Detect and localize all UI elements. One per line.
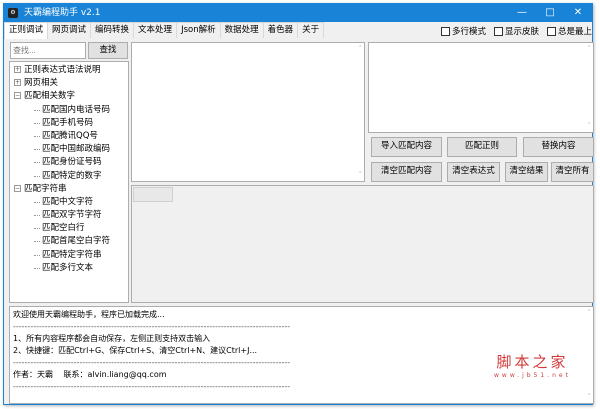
close-button[interactable]: ✕: [564, 4, 592, 22]
tab-web[interactable]: 网页调试: [47, 22, 92, 38]
regex-input[interactable]: ˄ ˅: [131, 42, 365, 182]
replace-button[interactable]: 替换内容: [523, 137, 594, 157]
search-input[interactable]: [10, 42, 86, 59]
watermark: 脚本之家 www.jb51.net: [494, 353, 571, 379]
clear-all-button[interactable]: 清空所有: [551, 162, 594, 182]
tab-about[interactable]: 关于: [297, 22, 325, 38]
window-title: 天霸编程助手 v2.1: [24, 8, 101, 18]
tree-leaf[interactable]: 匹配特定的数字: [14, 170, 128, 183]
tree-leaf[interactable]: 匹配国内电话号码: [14, 104, 128, 117]
collapse-icon[interactable]: −: [14, 184, 21, 192]
multiline-checkbox[interactable]: 多行模式: [440, 25, 486, 37]
log-line: ----------------------------------------…: [13, 382, 291, 391]
maximize-button[interactable]: □: [536, 4, 564, 22]
regex-tree[interactable]: + 正则表达式语法说明 + 网页相关 − 匹配相关数字 匹配国内电话号码 匹配手机号码 匹配腾讯…: [9, 61, 129, 303]
tree-node[interactable]: − 匹配相关数字: [14, 90, 128, 103]
content-input[interactable]: ˄ ˅: [368, 42, 594, 133]
import-button[interactable]: 导入匹配内容: [371, 137, 442, 157]
log-line: ----------------------------------------…: [13, 322, 291, 331]
tree-leaf[interactable]: 匹配双字节字符: [14, 209, 128, 222]
tab-regex[interactable]: 正则调试: [4, 22, 49, 39]
grid-header-cell: [133, 187, 173, 202]
app-icon: ⚙: [8, 8, 18, 18]
clear-result-button[interactable]: 清空结果: [505, 162, 548, 182]
expand-icon[interactable]: +: [14, 66, 21, 73]
clear-expression-button[interactable]: 清空表达式: [447, 162, 500, 182]
tree-leaf[interactable]: 匹配中国邮政编码: [14, 143, 128, 156]
tree-leaf[interactable]: 匹配腾讯QQ号: [14, 130, 128, 143]
result-grid[interactable]: [131, 185, 594, 303]
collapse-icon[interactable]: −: [14, 92, 21, 100]
clear-content-button[interactable]: 清空匹配内容: [371, 162, 442, 182]
tree-leaf[interactable]: 匹配首尾空白字符: [14, 235, 128, 248]
tree-node[interactable]: − 匹配字符串: [14, 183, 128, 196]
tree-leaf[interactable]: 匹配空白行: [14, 222, 128, 235]
search-button[interactable]: 查找: [88, 42, 128, 59]
title-bar: ⚙ 天霸编程助手 v2.1 — □ ✕: [4, 4, 592, 22]
options: 多行模式 显示皮肤 总是最上: [440, 25, 592, 37]
log-line: 1、所有内容程序都会自动保存，左侧正则支持双击输入: [13, 334, 211, 343]
tree-node[interactable]: + 正则表达式语法说明: [14, 64, 128, 77]
tree-leaf[interactable]: 匹配手机号码: [14, 117, 128, 130]
tab-bar: 正则调试 网页调试 编码转换 文本处理 Json解析 数据处理 着色器 关于: [4, 22, 325, 39]
tab-encoding[interactable]: 编码转换: [90, 22, 135, 38]
tab-json[interactable]: Json解析: [176, 22, 221, 38]
expand-icon[interactable]: +: [14, 79, 21, 87]
tree-leaf[interactable]: 匹配中文字符: [14, 196, 128, 209]
tab-text[interactable]: 文本处理: [133, 22, 178, 38]
tree-leaf[interactable]: 匹配多行文本: [14, 262, 128, 275]
log-line: 欢迎使用天霸编程助手，程序已加载完成...: [13, 310, 165, 319]
main-window: ⚙ 天霸编程助手 v2.1 — □ ✕ 正则调试 网页调试 编码转换 文本处理 …: [3, 3, 594, 405]
tree-node[interactable]: + 网页相关: [14, 77, 128, 90]
tree-leaf[interactable]: 匹配身份证号码: [14, 156, 128, 169]
tab-data[interactable]: 数据处理: [219, 22, 264, 38]
tab-shader[interactable]: 着色器: [262, 22, 299, 38]
match-button[interactable]: 匹配正则: [447, 137, 517, 157]
topmost-checkbox[interactable]: 总是最上: [546, 25, 592, 37]
skin-checkbox[interactable]: 显示皮肤: [493, 25, 539, 37]
minimize-button[interactable]: —: [508, 4, 536, 22]
tree-leaf[interactable]: 匹配特定字符串: [14, 249, 128, 262]
